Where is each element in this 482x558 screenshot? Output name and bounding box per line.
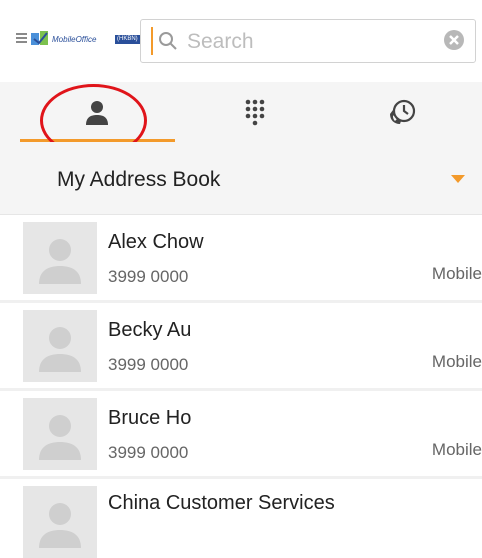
contact-list: Alex Chow 3999 0000 Mobile Becky Au 3999… bbox=[0, 215, 482, 558]
tab-call-history[interactable] bbox=[322, 82, 482, 142]
contact-number-type: Mobile bbox=[431, 352, 482, 371]
contact-name: Becky Au bbox=[108, 319, 192, 341]
tab-dialpad[interactable] bbox=[175, 82, 335, 142]
contact-name: China Customer Services bbox=[108, 492, 335, 514]
contact-name: Bruce Ho bbox=[108, 407, 192, 429]
search-field[interactable]: Search bbox=[140, 19, 476, 63]
tab-bar bbox=[0, 82, 482, 142]
contact-number: 3999 0000 bbox=[108, 443, 189, 462]
dropdown-arrow-icon[interactable] bbox=[451, 175, 465, 183]
avatar-placeholder-icon bbox=[23, 398, 97, 470]
logo-badge: (HKBN) bbox=[115, 35, 140, 44]
contact-row[interactable]: Becky Au 3999 0000 Mobile bbox=[0, 303, 482, 391]
person-icon bbox=[86, 101, 108, 125]
text-cursor bbox=[151, 27, 153, 55]
app-logo: MobileOffice (HKBN) bbox=[30, 29, 140, 49]
search-placeholder: Search bbox=[187, 30, 254, 53]
contact-number: 3999 0000 bbox=[108, 267, 189, 286]
call-history-icon bbox=[390, 99, 416, 124]
search-icon bbox=[159, 32, 177, 50]
tab-contacts[interactable] bbox=[17, 82, 177, 142]
contact-row[interactable]: Alex Chow 3999 0000 Mobile bbox=[0, 215, 482, 303]
contact-number-type: Mobile bbox=[431, 440, 482, 459]
contact-number-type: Mobile bbox=[431, 264, 482, 283]
app-header: MobileOffice (HKBN) Search bbox=[0, 0, 482, 83]
avatar-placeholder-icon bbox=[23, 222, 97, 294]
logo-mark-icon bbox=[31, 31, 48, 45]
contact-row[interactable]: Bruce Ho 3999 0000 Mobile bbox=[0, 391, 482, 479]
contact-number: 3999 0000 bbox=[108, 355, 189, 374]
clear-search-icon[interactable] bbox=[443, 29, 465, 51]
contact-name: Alex Chow bbox=[108, 231, 204, 253]
contact-row[interactable]: China Customer Services bbox=[0, 479, 482, 558]
address-book-label: My Address Book bbox=[57, 168, 221, 191]
logo-text: MobileOffice bbox=[52, 35, 97, 44]
avatar-placeholder-icon bbox=[23, 310, 97, 382]
address-book-selector[interactable]: My Address Book bbox=[0, 142, 482, 215]
hamburger-menu-icon[interactable] bbox=[16, 33, 27, 44]
dialpad-icon bbox=[245, 99, 265, 126]
